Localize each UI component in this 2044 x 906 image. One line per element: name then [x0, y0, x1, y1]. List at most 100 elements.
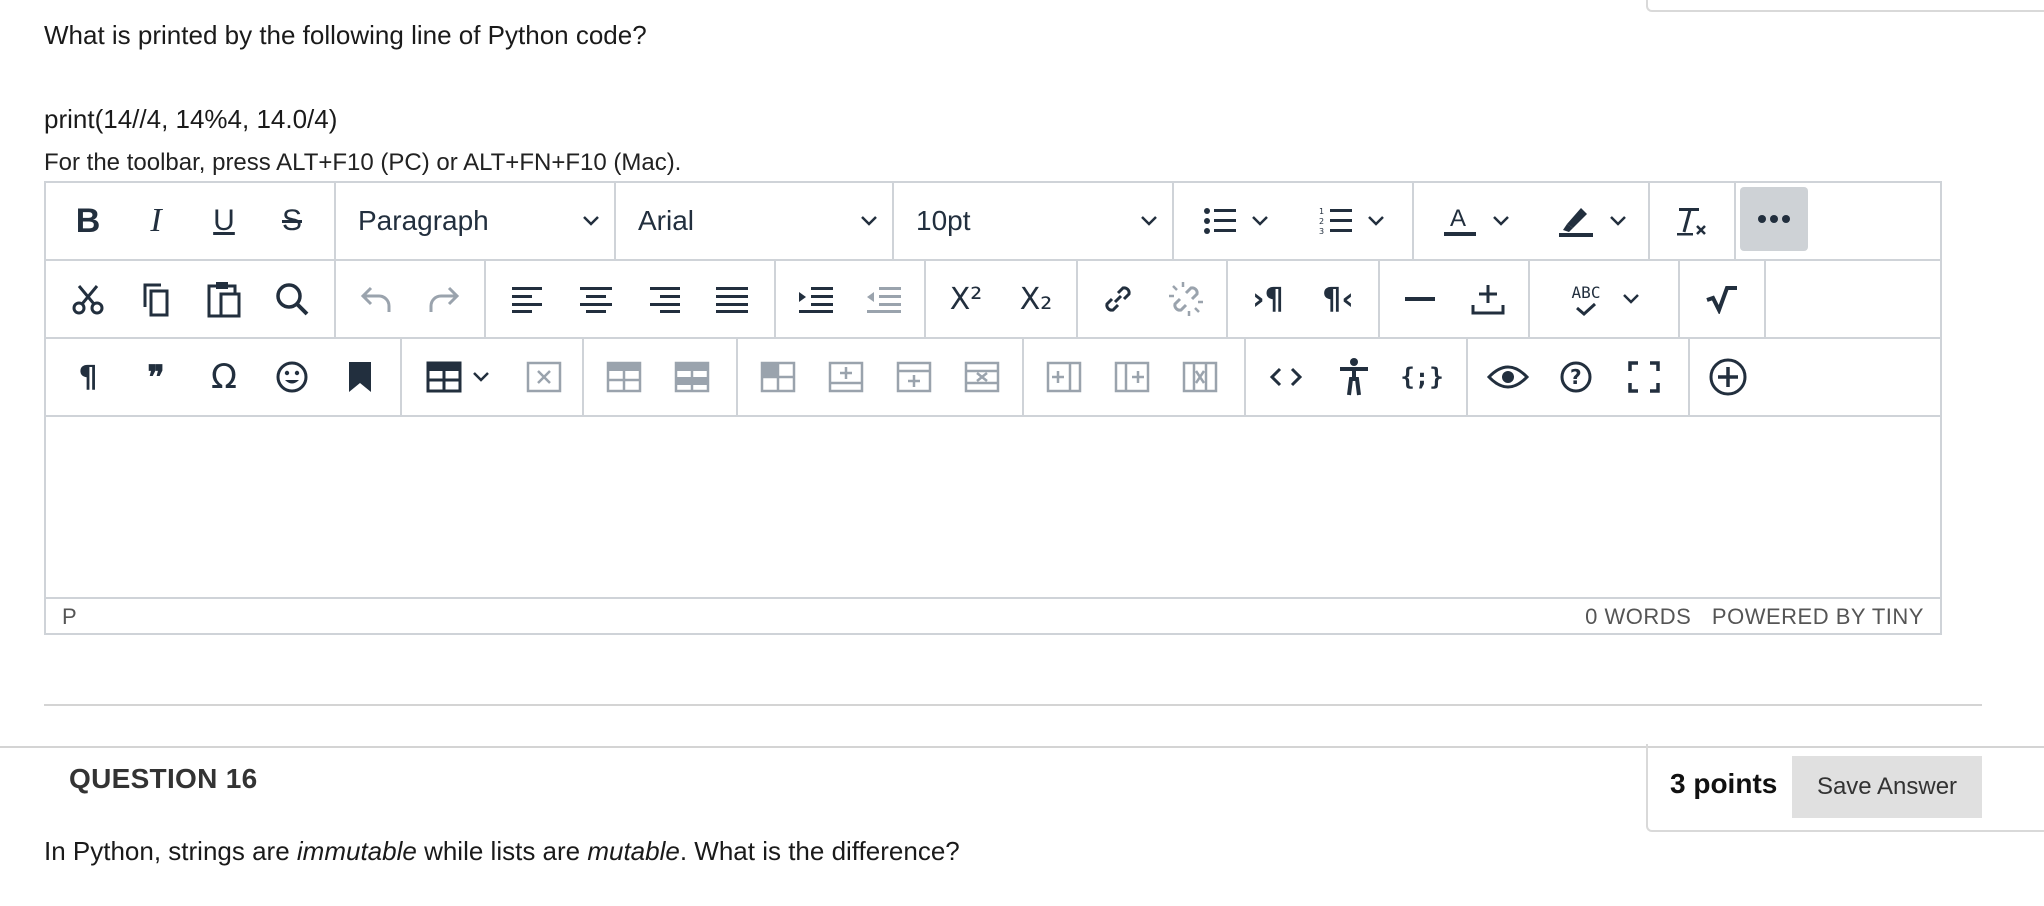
table-rows-group	[738, 339, 1024, 415]
insert-content-button[interactable]	[1458, 267, 1518, 331]
element-path[interactable]: P	[62, 604, 77, 630]
save-answer-button[interactable]: Save Answer	[1792, 756, 1982, 818]
find-replace-button[interactable]	[262, 267, 322, 331]
table-button[interactable]	[412, 345, 504, 409]
anchor-button[interactable]	[330, 345, 390, 409]
align-right-button[interactable]	[634, 267, 694, 331]
question-prompt: What is printed by the following line of…	[44, 20, 647, 50]
search-icon	[276, 283, 309, 316]
clear-formatting-button[interactable]	[1662, 189, 1722, 253]
horizontal-line-button[interactable]	[1390, 267, 1450, 331]
paste-button[interactable]	[194, 267, 254, 331]
question-16-prompt: In Python, strings are immutable while l…	[44, 836, 960, 867]
font-size-select[interactable]: 10pt	[898, 189, 1170, 253]
text-style-group: B I U S	[46, 183, 336, 259]
block-format-select[interactable]: Paragraph	[340, 189, 612, 253]
bookmark-icon	[349, 362, 371, 392]
previous-question-frame	[1646, 0, 2044, 12]
code-sample-button[interactable]: {;}	[1392, 345, 1452, 409]
editor-content-area[interactable]	[46, 417, 1940, 597]
word-count[interactable]: 0 WORDS	[1585, 604, 1691, 629]
insert-plus-icon	[1471, 285, 1505, 315]
omega-icon: Ω	[211, 357, 237, 397]
special-character-button[interactable]: Ω	[194, 345, 254, 409]
font-family-group: Arial	[616, 183, 894, 259]
insert-plus-button[interactable]	[1698, 345, 1758, 409]
cut-button[interactable]	[58, 267, 118, 331]
ltr-icon: ›¶	[1252, 281, 1284, 317]
copy-button[interactable]	[126, 267, 186, 331]
outdent-button[interactable]	[854, 267, 914, 331]
help-button[interactable]: ?	[1546, 345, 1606, 409]
powered-by-link[interactable]: POWERED BY TINY	[1712, 604, 1924, 629]
align-justify-icon	[716, 287, 748, 313]
question-divider	[44, 704, 1982, 706]
subscript-button[interactable]: X₂	[1006, 267, 1066, 331]
preview-button[interactable]	[1478, 345, 1538, 409]
bold-button[interactable]: B	[58, 189, 118, 253]
bullet-list-button[interactable]	[1182, 189, 1290, 253]
square-root-icon	[1706, 286, 1737, 314]
table-row-properties-icon	[674, 361, 710, 393]
plus-circle-icon	[1709, 358, 1747, 396]
redo-button[interactable]	[414, 267, 474, 331]
indent-button[interactable]	[786, 267, 846, 331]
math-equation-button[interactable]	[1692, 267, 1752, 331]
color-group: A	[1414, 183, 1650, 259]
underline-button[interactable]: U	[194, 189, 254, 253]
editor-statusbar: P 0 WORDS POWERED BY TINY	[46, 597, 1940, 633]
table-properties-button[interactable]	[594, 345, 654, 409]
undo-button[interactable]	[346, 267, 406, 331]
unlink-icon	[1169, 282, 1203, 316]
source-code-button[interactable]	[1256, 345, 1316, 409]
blockquote-button[interactable]: ❞	[126, 345, 186, 409]
font-size-value: 10pt	[916, 205, 971, 236]
text-color-button[interactable]: A	[1422, 189, 1530, 253]
chevron-down-icon	[583, 216, 599, 226]
numbered-list-button[interactable]: 1 2 3	[1298, 189, 1406, 253]
italic-button[interactable]: I	[126, 189, 186, 253]
align-left-button[interactable]	[498, 267, 558, 331]
fullscreen-button[interactable]	[1614, 345, 1674, 409]
delete-table-button[interactable]	[514, 345, 574, 409]
link-group	[1078, 261, 1228, 337]
font-family-value: Arial	[638, 205, 695, 236]
accessibility-checker-button[interactable]	[1324, 345, 1384, 409]
delete-col-button[interactable]	[1170, 345, 1230, 409]
insert-col-after-button[interactable]	[1102, 345, 1162, 409]
show-blocks-button[interactable]: ¶	[58, 345, 118, 409]
spellcheck-button[interactable]: ABC	[1540, 267, 1672, 331]
align-center-button[interactable]	[566, 267, 626, 331]
rtl-button[interactable]: ¶‹	[1308, 267, 1368, 331]
table-cell-properties-button[interactable]	[748, 345, 808, 409]
table-row-properties-button[interactable]	[662, 345, 722, 409]
emoticons-button[interactable]	[262, 345, 322, 409]
horizontal-rule-icon	[1405, 297, 1435, 301]
strikethrough-button[interactable]: S	[262, 189, 322, 253]
superscript-button[interactable]: X²	[936, 267, 996, 331]
alignment-group	[486, 261, 776, 337]
check-mark-icon	[1576, 302, 1597, 316]
help-icon: ?	[1560, 361, 1592, 393]
insert-row-after-button[interactable]	[884, 345, 944, 409]
more-toolbar-button[interactable]	[1740, 187, 1808, 251]
table-props-group	[584, 339, 738, 415]
direction-group: ›¶ ¶‹	[1228, 261, 1380, 337]
highlight-color-button[interactable]	[1538, 189, 1646, 253]
chevron-down-icon	[473, 372, 489, 382]
italic-icon: I	[150, 202, 162, 239]
scissors-icon	[72, 285, 104, 315]
align-justify-button[interactable]	[702, 267, 762, 331]
insert-row-before-button[interactable]	[816, 345, 876, 409]
remove-link-button[interactable]	[1156, 267, 1216, 331]
copy-icon	[143, 283, 169, 317]
insert-rule-group	[1380, 261, 1530, 337]
ltr-button[interactable]: ›¶	[1238, 267, 1298, 331]
bold-icon: B	[75, 201, 101, 240]
insert-col-before-button[interactable]	[1034, 345, 1094, 409]
prompt-text: In Python, strings are	[44, 836, 297, 866]
insert-link-button[interactable]	[1088, 267, 1148, 331]
font-family-select[interactable]: Arial	[620, 189, 890, 253]
delete-row-button[interactable]	[952, 345, 1012, 409]
code-a11y-group: {;}	[1246, 339, 1468, 415]
